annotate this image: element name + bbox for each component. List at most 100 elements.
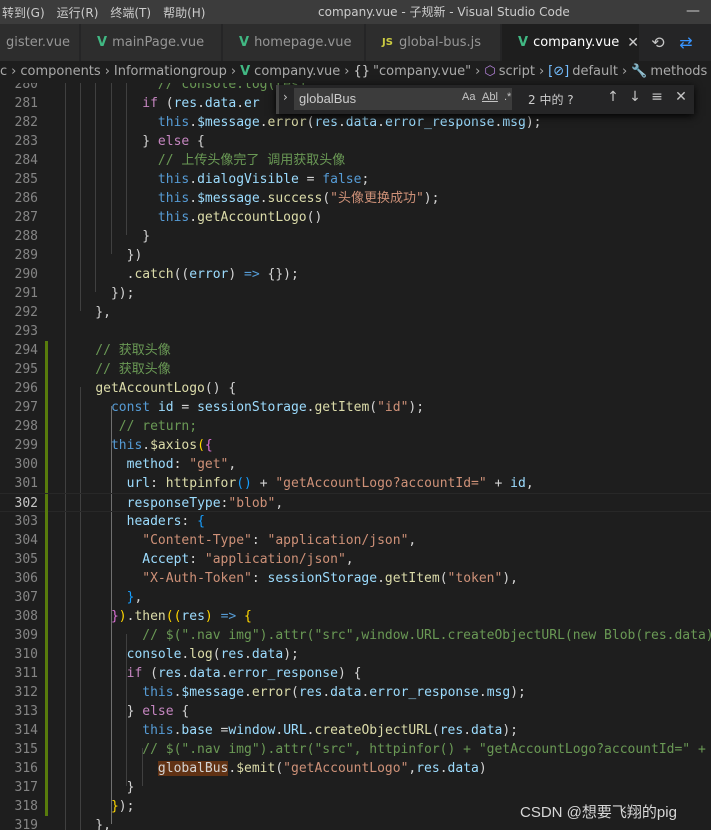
code-line[interactable]: 309 // $(".nav img").attr("src",window.U…	[0, 626, 711, 645]
git-modified-marker[interactable]	[45, 455, 48, 474]
code-text: this.$message.error(res.data.error_respo…	[64, 683, 526, 702]
code-text: });	[64, 284, 135, 303]
code-line[interactable]: 289 })	[0, 246, 711, 265]
git-modified-marker[interactable]	[45, 360, 48, 379]
menu-help[interactable]: 帮助(H)	[163, 4, 213, 21]
code-line[interactable]: 295 // 获取头像	[0, 360, 711, 379]
git-modified-marker[interactable]	[45, 341, 48, 360]
code-line[interactable]: 297 const id = sessionStorage.getItem("i…	[0, 398, 711, 417]
chevron-right-icon[interactable]: ›	[283, 90, 288, 104]
tab-mainpage[interactable]: V mainPage.vue	[81, 24, 222, 61]
tab-company[interactable]: V company.vue ✕	[502, 24, 640, 61]
tab-register[interactable]: gister.vue	[0, 24, 80, 61]
arrow-down-icon[interactable]: ↓	[626, 89, 644, 105]
code-line[interactable]: 312 this.$message.error(res.data.error_r…	[0, 683, 711, 702]
code-line[interactable]: 290 .catch((error) => {});	[0, 265, 711, 284]
git-modified-marker[interactable]	[45, 759, 48, 778]
close-icon[interactable]: ✕	[672, 89, 690, 105]
git-modified-marker[interactable]	[45, 550, 48, 569]
menu-terminal[interactable]: 终端(T)	[110, 4, 159, 21]
code-line[interactable]: 285 this.dialogVisible = false;	[0, 170, 711, 189]
code-line[interactable]: 286 this.$message.success("头像更换成功");	[0, 189, 711, 208]
menu-run[interactable]: 运行(R)	[57, 4, 107, 21]
git-modified-marker[interactable]	[45, 664, 48, 683]
breadcrumb-item[interactable]: methods	[650, 61, 707, 83]
breadcrumb-item[interactable]: script	[499, 61, 535, 83]
code-line[interactable]: 293	[0, 322, 711, 341]
git-modified-marker[interactable]	[45, 474, 48, 493]
git-modified-marker[interactable]	[45, 588, 48, 607]
breadcrumb-item[interactable]: "company.vue"	[373, 61, 471, 83]
git-modified-marker[interactable]	[45, 569, 48, 588]
code-line[interactable]: 310 console.log(res.data);	[0, 645, 711, 664]
code-line[interactable]: 282 this.$message.error(res.data.error_r…	[0, 113, 711, 132]
tab-homepage[interactable]: V homepage.vue	[223, 24, 365, 61]
code-editor[interactable]: 280 // console.log(res) 281 if (res.data.…	[0, 83, 711, 830]
code-line[interactable]: 313 } else {	[0, 702, 711, 721]
sync-icon[interactable]: ⇄	[676, 33, 696, 52]
git-modified-marker[interactable]	[45, 626, 48, 645]
git-modified-marker[interactable]	[45, 683, 48, 702]
code-line[interactable]: 314 this.base =window.URL.createObjectUR…	[0, 721, 711, 740]
code-line[interactable]: 306 "X-Auth-Token": sessionStorage.getIt…	[0, 569, 711, 588]
code-line[interactable]: 311 if (res.data.error_response) {	[0, 664, 711, 683]
tab-label: global-bus.js	[398, 35, 482, 50]
git-modified-marker[interactable]	[45, 702, 48, 721]
code-line[interactable]: 294 // 获取头像	[0, 341, 711, 360]
whole-word-toggle[interactable]: Abl	[482, 91, 498, 103]
code-line[interactable]: 308 }).then((res) => {	[0, 607, 711, 626]
code-token: Accept	[142, 552, 190, 567]
code-line[interactable]: 283 } else {	[0, 132, 711, 151]
code-token: // $(".nav img").attr("src", httpinfor()…	[64, 742, 711, 757]
code-token: res	[181, 609, 205, 624]
code-line[interactable]: 300 method: "get",	[0, 455, 711, 474]
tab-global-bus[interactable]: JS global-bus.js	[366, 24, 501, 61]
history-icon[interactable]: ⟲	[648, 33, 668, 52]
code-line[interactable]: 316 globalBus.$emit("getAccountLogo",res…	[0, 759, 711, 778]
code-line[interactable]: 315 // $(".nav img").attr("src", httpinf…	[0, 740, 711, 759]
code-line[interactable]: 305 Accept: "application/json",	[0, 550, 711, 569]
code-line[interactable]: 288 }	[0, 227, 711, 246]
git-modified-marker[interactable]	[45, 398, 48, 417]
code-line[interactable]: 292 },	[0, 303, 711, 322]
match-case-toggle[interactable]: Aa	[462, 91, 475, 103]
find-in-selection-icon[interactable]: ≡	[648, 89, 666, 105]
breadcrumb-item[interactable]: c	[0, 61, 7, 83]
code-line[interactable]: 317 }	[0, 778, 711, 797]
git-modified-marker[interactable]	[45, 531, 48, 550]
code-line[interactable]: 291 });	[0, 284, 711, 303]
code-line[interactable]: 302 responseType:"blob",	[0, 493, 711, 513]
git-modified-marker[interactable]	[45, 797, 48, 816]
git-modified-marker[interactable]	[45, 436, 48, 455]
git-modified-marker[interactable]	[45, 778, 48, 797]
code-line[interactable]: 303 headers: {	[0, 512, 711, 531]
breadcrumb-item[interactable]: company.vue	[254, 61, 340, 83]
git-modified-marker[interactable]	[45, 512, 48, 531]
code-line[interactable]: 284 // 上传头像完了 调用获取头像	[0, 151, 711, 170]
code-line[interactable]: 287 this.getAccountLogo()	[0, 208, 711, 227]
git-modified-marker[interactable]	[45, 379, 48, 398]
breadcrumb-item[interactable]: Informationgroup	[114, 61, 227, 83]
search-match-highlight: globalBus	[157, 761, 229, 776]
arrow-up-icon[interactable]: ↑	[604, 89, 622, 105]
code-text: this.$message.error(res.data.error_respo…	[64, 113, 542, 132]
breadcrumb-item[interactable]: default	[572, 61, 618, 83]
menu-goto[interactable]: 转到(G)	[2, 4, 53, 21]
code-line[interactable]: 296 getAccountLogo() {	[0, 379, 711, 398]
git-modified-marker[interactable]	[45, 721, 48, 740]
code-line[interactable]: 299 this.$axios({	[0, 436, 711, 455]
code-line[interactable]: 304 "Content-Type": "application/json",	[0, 531, 711, 550]
git-modified-marker[interactable]	[45, 645, 48, 664]
code-line[interactable]: 301 url: httpinfor() + "getAccountLogo?a…	[0, 474, 711, 493]
git-modified-marker[interactable]	[45, 417, 48, 436]
close-icon[interactable]: ✕	[627, 35, 639, 51]
git-modified-marker[interactable]	[45, 740, 48, 759]
code-line[interactable]: 307 },	[0, 588, 711, 607]
regex-toggle[interactable]: .*	[504, 91, 511, 103]
git-modified-marker[interactable]	[45, 494, 48, 513]
minimize-icon[interactable]: —	[686, 0, 700, 24]
git-modified-marker[interactable]	[45, 607, 48, 626]
breadcrumb-item[interactable]: components	[20, 61, 100, 83]
find-input[interactable]: globalBus	[294, 88, 512, 110]
code-line[interactable]: 298 // return;	[0, 417, 711, 436]
